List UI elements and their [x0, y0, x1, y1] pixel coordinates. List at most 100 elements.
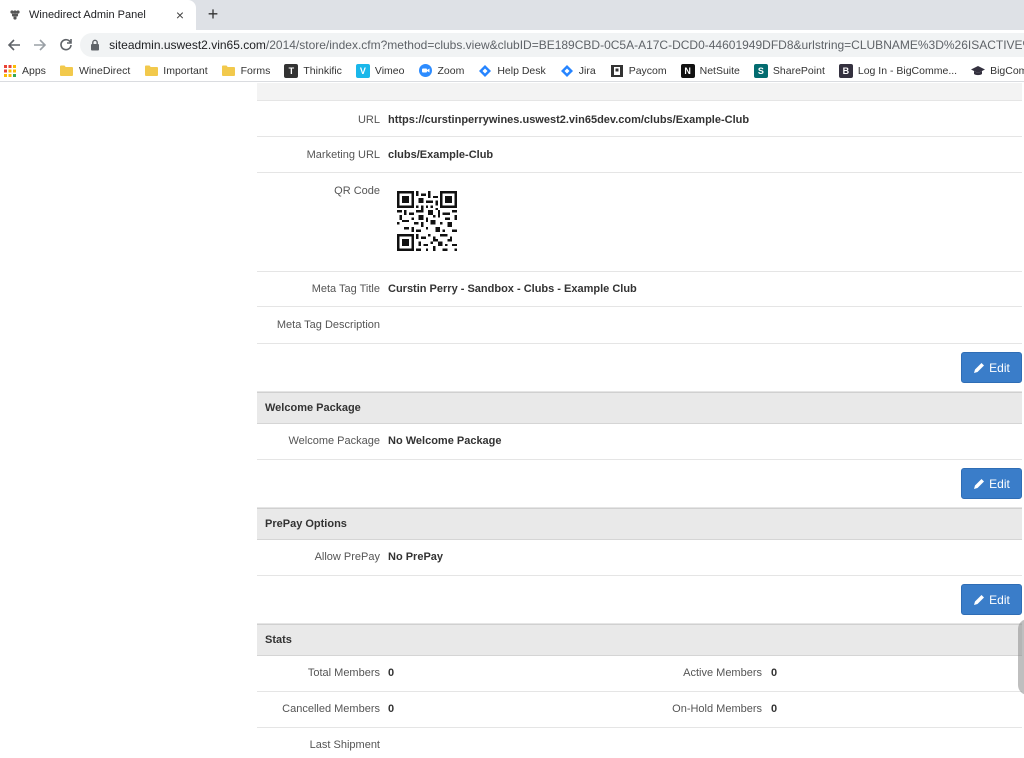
welcome-package-label: Welcome Package: [288, 435, 380, 447]
club-url-link[interactable]: https://curstinperrywines.uswest2.vin65d…: [388, 114, 749, 126]
onhold-members-value: 0: [771, 703, 778, 715]
bookmark-label: Zoom: [437, 64, 465, 77]
url-path: /2014/store/index.cfm?method=clubs.view&…: [265, 38, 1024, 52]
qr-code-label: QR Code: [334, 185, 380, 197]
paycom-icon: [610, 64, 624, 78]
qr-code-image: [397, 191, 457, 251]
qr-code-row: QR Code: [257, 173, 1022, 272]
active-members-label: Active Members: [683, 667, 762, 679]
marketing-url-row: Marketing URL clubs/Example-Club: [257, 137, 1022, 173]
bookmark-item[interactable]: Jira: [560, 64, 596, 78]
apps-grid-icon: [3, 64, 17, 78]
meta-title-label: Meta Tag Title: [311, 283, 380, 295]
browser-toolbar: siteadmin.uswest2.vin65.com/2014/store/i…: [0, 30, 1024, 60]
tab-strip: Winedirect Admin Panel × +: [0, 0, 1024, 30]
total-members-value: 0: [388, 667, 395, 679]
new-tab-button[interactable]: +: [203, 5, 223, 25]
scrollbar-thumb[interactable]: [1018, 619, 1024, 695]
bookmark-label: Paycom: [628, 64, 667, 77]
stats-row-2: Cancelled Members 0 On-Hold Members 0: [257, 692, 1022, 728]
page-content: URL https://curstinperrywines.uswest2.vi…: [0, 83, 1024, 758]
allow-prepay-label: Allow PrePay: [314, 551, 380, 563]
bookmark-item[interactable]: N NetSuite: [680, 63, 740, 78]
welcome-edit-button[interactable]: Edit: [961, 468, 1022, 499]
welcome-package-row: Welcome Package No Welcome Package: [257, 424, 1022, 460]
lock-icon[interactable]: [90, 39, 101, 51]
bookmark-label: SharePoint: [772, 64, 825, 77]
pencil-icon: [973, 594, 985, 606]
last-shipment-row: Last Shipment: [257, 728, 1022, 758]
bookmark-item[interactable]: T Thinkific: [284, 63, 342, 78]
thinkific-icon: T: [284, 63, 299, 78]
bookmarks-bar: Apps WineDirect Important Forms T Thinkific V V…: [0, 60, 1024, 82]
bookmark-item[interactable]: Help Desk: [478, 64, 546, 78]
sharepoint-icon: S: [753, 63, 768, 78]
bookmark-item[interactable]: Important: [144, 64, 208, 78]
bookmark-label: Log In - BigComme...: [857, 64, 958, 77]
meta-title-value: Curstin Perry - Sandbox - Clubs - Exampl…: [388, 283, 637, 295]
bookmark-item[interactable]: Apps: [3, 64, 46, 78]
bookmark-item[interactable]: S SharePoint: [753, 63, 825, 78]
cancelled-members-value: 0: [388, 703, 395, 715]
graduation-cap-icon: [971, 64, 986, 78]
edit-label: Edit: [989, 592, 1010, 607]
club-details-panel: URL https://curstinperrywines.uswest2.vi…: [257, 83, 1022, 758]
bookmark-item[interactable]: Forms: [222, 64, 270, 78]
total-members-label: Total Members: [307, 667, 380, 679]
marketing-edit-button[interactable]: Edit: [961, 352, 1022, 383]
zoom-icon: [418, 64, 432, 78]
bookmark-label: Vimeo: [374, 64, 405, 77]
forward-arrow-icon[interactable]: [28, 33, 52, 57]
allow-prepay-value: No PrePay: [388, 551, 444, 563]
bookmark-label: Apps: [22, 64, 46, 77]
url-label: URL: [357, 114, 380, 126]
back-arrow-icon[interactable]: [2, 33, 26, 57]
welcome-package-value: No Welcome Package: [388, 435, 502, 447]
bookmark-item[interactable]: WineDirect: [60, 64, 130, 78]
bookmark-label: Thinkific: [303, 64, 342, 77]
tab-title: Winedirect Admin Panel: [29, 9, 146, 21]
bookmark-item[interactable]: V Vimeo: [355, 63, 405, 78]
reload-icon[interactable]: [54, 33, 78, 57]
stats-heading: Stats: [257, 624, 1022, 656]
bookmark-item[interactable]: Paycom: [610, 64, 667, 78]
marketing-url-label: Marketing URL: [306, 149, 380, 161]
marketing-section-header-partial: [257, 83, 1022, 101]
browser-tab[interactable]: Winedirect Admin Panel ×: [0, 0, 196, 30]
netsuite-icon: N: [680, 63, 695, 78]
welcome-edit-row: Edit: [257, 460, 1022, 508]
folder-icon: [60, 64, 74, 78]
edit-label: Edit: [989, 476, 1010, 491]
edit-label: Edit: [989, 360, 1010, 375]
prepay-edit-row: Edit: [257, 576, 1022, 624]
meta-description-row: Meta Tag Description: [257, 307, 1022, 344]
pencil-icon: [973, 362, 985, 374]
url-text: siteadmin.uswest2.vin65.com/2014/store/i…: [109, 38, 1024, 52]
tab-close-icon[interactable]: ×: [172, 8, 188, 22]
prepay-options-heading: PrePay Options: [257, 508, 1022, 540]
pencil-icon: [973, 478, 985, 490]
bookmark-item[interactable]: B Log In - BigComme...: [838, 63, 958, 78]
cancelled-members-label: Cancelled Members: [282, 703, 380, 715]
marketing-edit-row: Edit: [257, 344, 1022, 392]
folder-icon: [222, 64, 236, 78]
marketing-url-value: clubs/Example-Club: [388, 149, 494, 161]
bookmark-label: NetSuite: [699, 64, 740, 77]
stats-row-1: Total Members 0 Active Members 0: [257, 656, 1022, 692]
bookmark-item[interactable]: BigCommerce Uni: [971, 64, 1024, 78]
prepay-edit-button[interactable]: Edit: [961, 584, 1022, 615]
bookmark-label: WineDirect: [78, 64, 131, 77]
vimeo-icon: V: [355, 63, 370, 78]
meta-title-row: Meta Tag Title Curstin Perry - Sandbox -…: [257, 272, 1022, 307]
winedirect-grapes-icon: [8, 8, 22, 22]
jira-icon: [560, 64, 574, 78]
address-bar[interactable]: siteadmin.uswest2.vin65.com/2014/store/i…: [80, 33, 1024, 57]
bigcommerce-icon: B: [838, 63, 853, 78]
bookmark-label: Help Desk: [497, 64, 546, 77]
allow-prepay-row: Allow PrePay No PrePay: [257, 540, 1022, 576]
active-members-value: 0: [771, 667, 778, 679]
welcome-package-heading: Welcome Package: [257, 392, 1022, 424]
bookmark-item[interactable]: Zoom: [418, 64, 464, 78]
bookmark-label: Important: [163, 64, 208, 77]
url-row: URL https://curstinperrywines.uswest2.vi…: [257, 101, 1022, 137]
